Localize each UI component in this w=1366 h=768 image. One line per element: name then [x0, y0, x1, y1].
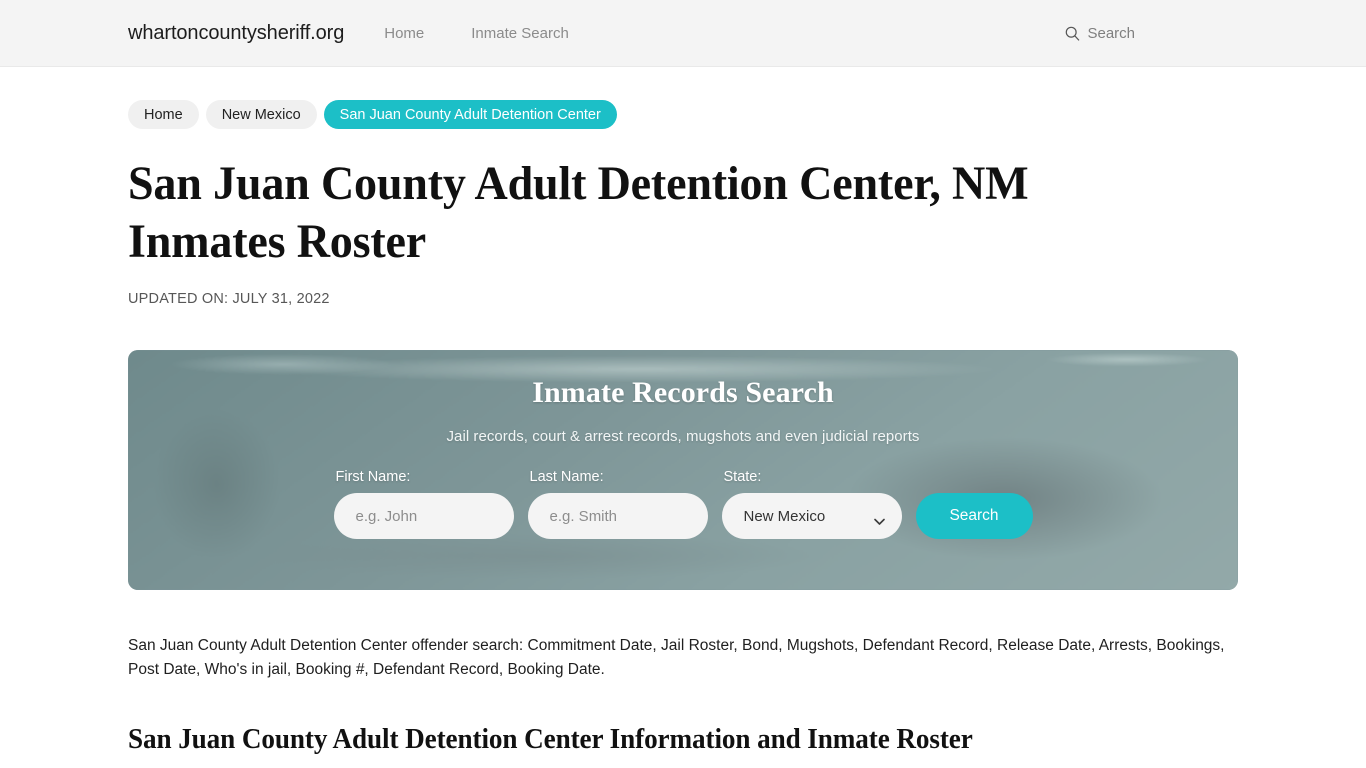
search-widget-subtitle: Jail records, court & arrest records, mu… — [446, 428, 920, 445]
site-title[interactable]: whartoncountysheriff.org — [128, 22, 344, 45]
last-name-field-group: Last Name: — [527, 469, 708, 539]
state-label: State: — [723, 469, 762, 485]
nav-item-inmate-search[interactable]: Inmate Search — [471, 25, 569, 42]
search-widget-title: Inmate Records Search — [532, 376, 834, 409]
site-header: whartoncountysheriff.org Home Inmate Sea… — [0, 0, 1366, 67]
breadcrumb: Home New Mexico San Juan County Adult De… — [128, 100, 1238, 129]
header-search-label: Search — [1087, 24, 1135, 42]
main-navigation: Home Inmate Search — [384, 25, 616, 42]
page-title: San Juan County Adult Detention Center, … — [128, 157, 1029, 268]
banner-content: Inmate Records Search Jail records, cour… — [128, 350, 1238, 590]
breadcrumb-item-new-mexico[interactable]: New Mexico — [205, 100, 317, 129]
state-field-group: State: New Mexico — [721, 469, 902, 539]
first-name-label: First Name: — [335, 469, 411, 485]
last-name-label: Last Name: — [529, 469, 604, 485]
search-submit-button[interactable]: Search — [915, 493, 1033, 539]
section-heading: San Juan County Adult Detention Center I… — [128, 724, 973, 755]
last-name-input[interactable] — [527, 493, 708, 539]
header-search-toggle[interactable]: Search — [1065, 25, 1135, 42]
intro-paragraph: San Juan County Adult Detention Center o… — [128, 637, 1225, 678]
inmate-search-form: First Name: Last Name: State: New Mexico — [333, 469, 1033, 539]
header-inner: whartoncountysheriff.org Home Inmate Sea… — [0, 22, 1366, 45]
magnifier-icon — [1065, 26, 1080, 41]
first-name-field-group: First Name: — [333, 469, 514, 539]
first-name-input[interactable] — [333, 493, 514, 539]
breadcrumb-item-home[interactable]: Home — [128, 100, 199, 129]
state-select-wrap: New Mexico — [721, 493, 902, 539]
breadcrumb-item-current: San Juan County Adult Detention Center — [323, 100, 617, 129]
page-container: Home New Mexico San Juan County Adult De… — [0, 100, 1366, 768]
inmate-records-search-widget: Inmate Records Search Jail records, cour… — [128, 350, 1238, 590]
nav-item-home[interactable]: Home — [384, 25, 424, 42]
state-select[interactable]: New Mexico — [721, 493, 902, 539]
updated-on-text: UPDATED ON: JULY 31, 2022 — [128, 291, 330, 307]
